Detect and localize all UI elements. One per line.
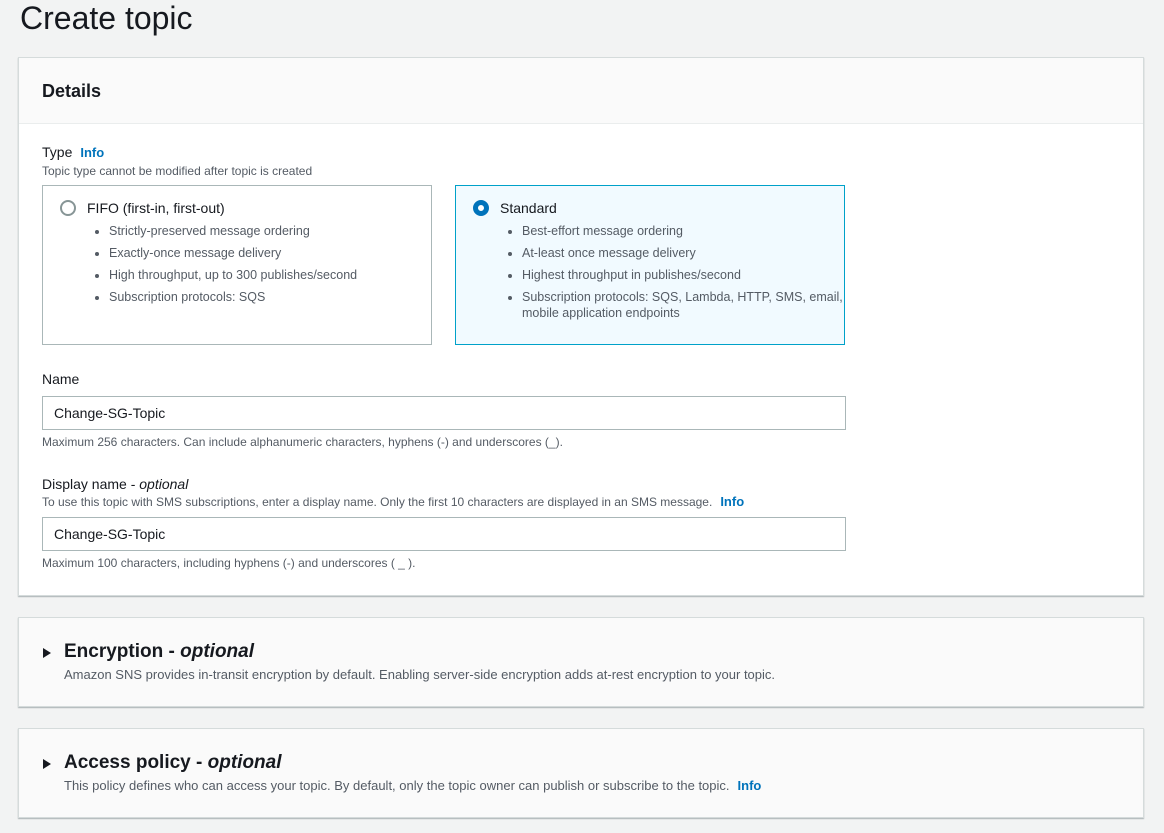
access-policy-title[interactable]: Access policy - optional <box>64 751 282 775</box>
page-title: Create topic <box>20 0 193 36</box>
encryption-optional: optional <box>180 641 255 662</box>
standard-feature-list: Best-effort message ordering At-least on… <box>506 223 852 327</box>
display-name-label: Display name - <box>42 476 140 492</box>
encryption-title-text: Encryption - <box>64 641 181 662</box>
type-label: Type <box>42 144 73 160</box>
fifo-feature-list: Strictly-preserved message ordering Exac… <box>93 223 439 311</box>
display-name-info-link[interactable]: Info <box>720 494 744 509</box>
fifo-radio[interactable] <box>60 200 76 216</box>
display-name-input[interactable] <box>42 517 846 551</box>
standard-radio[interactable] <box>473 200 489 216</box>
type-label-row: Type Info <box>42 143 104 162</box>
access-policy-info-link[interactable]: Info <box>738 778 762 793</box>
list-item: Exactly-once message delivery <box>109 245 439 261</box>
type-info-link[interactable]: Info <box>80 145 104 160</box>
display-name-constraint: Maximum 100 characters, including hyphen… <box>42 556 416 570</box>
access-policy-description: This policy defines who can access your … <box>64 778 730 793</box>
caret-right-icon[interactable] <box>43 648 51 658</box>
type-option-fifo[interactable]: FIFO (first-in, first-out) Strictly-pres… <box>42 185 432 345</box>
details-header: Details <box>19 58 1143 124</box>
list-item: Subscription protocols: SQS, Lambda, HTT… <box>522 289 852 321</box>
details-heading: Details <box>42 81 102 101</box>
access-policy-panel[interactable]: Access policy - optional This policy def… <box>18 728 1144 818</box>
encryption-description: Amazon SNS provides in-transit encryptio… <box>64 667 776 682</box>
access-policy-description-row: This policy defines who can access your … <box>64 778 761 794</box>
list-item: High throughput, up to 300 publishes/sec… <box>109 267 439 283</box>
name-constraint: Maximum 256 characters. Can include alph… <box>42 435 563 449</box>
list-item: At-least once message delivery <box>522 245 852 261</box>
caret-right-icon[interactable] <box>43 759 51 769</box>
encryption-title[interactable]: Encryption - optional <box>64 640 254 664</box>
name-input[interactable] <box>42 396 846 430</box>
type-option-standard[interactable]: Standard Best-effort message ordering At… <box>455 185 845 345</box>
access-policy-title-text: Access policy - <box>64 752 208 773</box>
standard-title: Standard <box>500 200 557 216</box>
type-description: Topic type cannot be modified after topi… <box>42 164 313 178</box>
list-item: Highest throughput in publishes/second <box>522 267 852 283</box>
access-policy-optional: optional <box>207 752 282 773</box>
display-name-description-row: To use this topic with SMS subscriptions… <box>42 494 744 510</box>
display-name-optional: optional <box>139 476 189 492</box>
fifo-title: FIFO (first-in, first-out) <box>87 200 225 216</box>
encryption-panel[interactable]: Encryption - optional Amazon SNS provide… <box>18 617 1144 707</box>
list-item: Subscription protocols: SQS <box>109 289 439 305</box>
name-label: Name <box>42 371 80 387</box>
list-item: Best-effort message ordering <box>522 223 852 239</box>
display-name-label-row: Display name - optional <box>42 475 188 493</box>
list-item: Strictly-preserved message ordering <box>109 223 439 239</box>
display-name-description: To use this topic with SMS subscriptions… <box>42 495 713 509</box>
details-panel: Details Type Info Topic type cannot be mo… <box>18 57 1144 596</box>
